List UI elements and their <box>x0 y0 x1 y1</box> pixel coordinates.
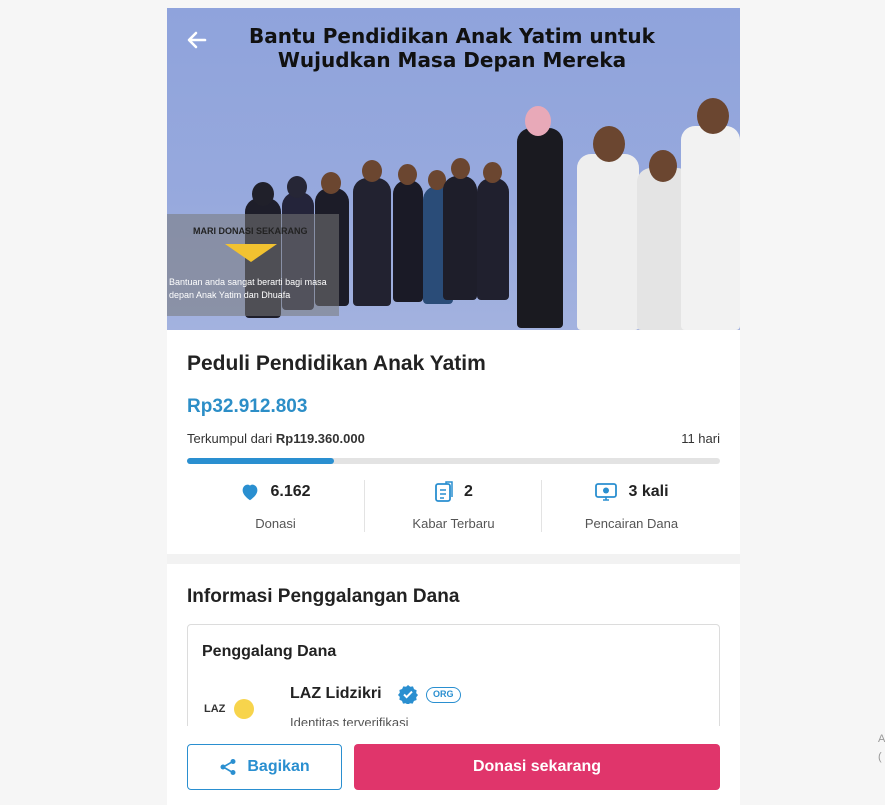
bottom-action-bar: Bagikan Donasi sekarang <box>167 726 740 805</box>
target-prefix: Terkumpul dari <box>187 431 273 446</box>
target-amount: Rp119.360.000 <box>275 431 365 446</box>
news-icon <box>435 481 453 502</box>
stat-donations[interactable]: 6.162 Donasi <box>187 480 364 540</box>
stat-withdrawals-label: Pencairan Dana <box>584 516 679 531</box>
heart-icon <box>243 484 258 501</box>
share-button[interactable]: Bagikan <box>187 744 342 790</box>
campaign-summary-card: Peduli Pendidikan Anak Yatim Rp32.912.80… <box>167 330 740 554</box>
raised-amount: Rp32.912.803 <box>187 396 308 417</box>
mobile-frame: Bantu Pendidikan Anak Yatim untuk Wujudk… <box>167 8 740 805</box>
org-badge: ORG <box>426 687 461 703</box>
share-label: Bagikan <box>247 758 310 775</box>
stat-updates-label: Kabar Terbaru <box>412 516 495 531</box>
edge-char-top: A <box>878 733 885 745</box>
stat-donations-label: Donasi <box>255 516 296 531</box>
org-name[interactable]: LAZ Lidzikri <box>290 685 382 703</box>
back-button[interactable] <box>185 28 215 58</box>
days-left: 11 hari <box>681 431 720 446</box>
progress-bar <box>187 458 720 464</box>
org-logo: LAZ <box>204 695 260 725</box>
share-icon <box>220 759 236 775</box>
sun-icon <box>234 699 254 719</box>
withdraw-icon <box>595 483 618 501</box>
stat-donations-value: 6.162 <box>270 483 311 500</box>
hero-title: Bantu Pendidikan Anak Yatim untuk Wujudk… <box>249 24 655 72</box>
edge-char-bottom: ( <box>878 751 882 763</box>
stat-divider <box>541 480 542 532</box>
hero-banner: Bantu Pendidikan Anak Yatim untuk Wujudk… <box>167 8 740 330</box>
verified-badge-icon <box>398 685 418 704</box>
hero-card-title: MARI DONASI SEKARANG <box>193 226 308 236</box>
stat-updates[interactable]: 2 Kabar Terbaru <box>365 480 542 540</box>
campaign-title: Peduli Pendidikan Anak Yatim <box>187 352 486 375</box>
target-line: Terkumpul dari Rp119.360.000 <box>187 431 365 446</box>
hero-cta-card: MARI DONASI SEKARANG Bantuan anda sangat… <box>167 214 339 316</box>
org-logo-text: LAZ <box>204 703 226 715</box>
info-title: Informasi Penggalangan Dana <box>187 586 460 607</box>
fundraising-info-card: Informasi Penggalangan Dana Penggalang D… <box>167 564 740 764</box>
chevron-down-icon <box>225 244 277 262</box>
stat-withdrawals[interactable]: 3 kali Pencairan Dana <box>543 480 720 540</box>
hero-card-text: Bantuan anda sangat berarti bagi masa de… <box>169 277 327 300</box>
offscreen-text-fragment: A ( <box>878 730 885 766</box>
stat-withdrawals-value: 3 kali <box>628 483 669 500</box>
fundraiser-label: Penggalang Dana <box>202 643 337 660</box>
arrow-left-icon <box>187 31 207 49</box>
progress-fill <box>187 458 335 464</box>
donate-button[interactable]: Donasi sekarang <box>354 744 720 790</box>
stat-updates-value: 2 <box>464 483 473 500</box>
